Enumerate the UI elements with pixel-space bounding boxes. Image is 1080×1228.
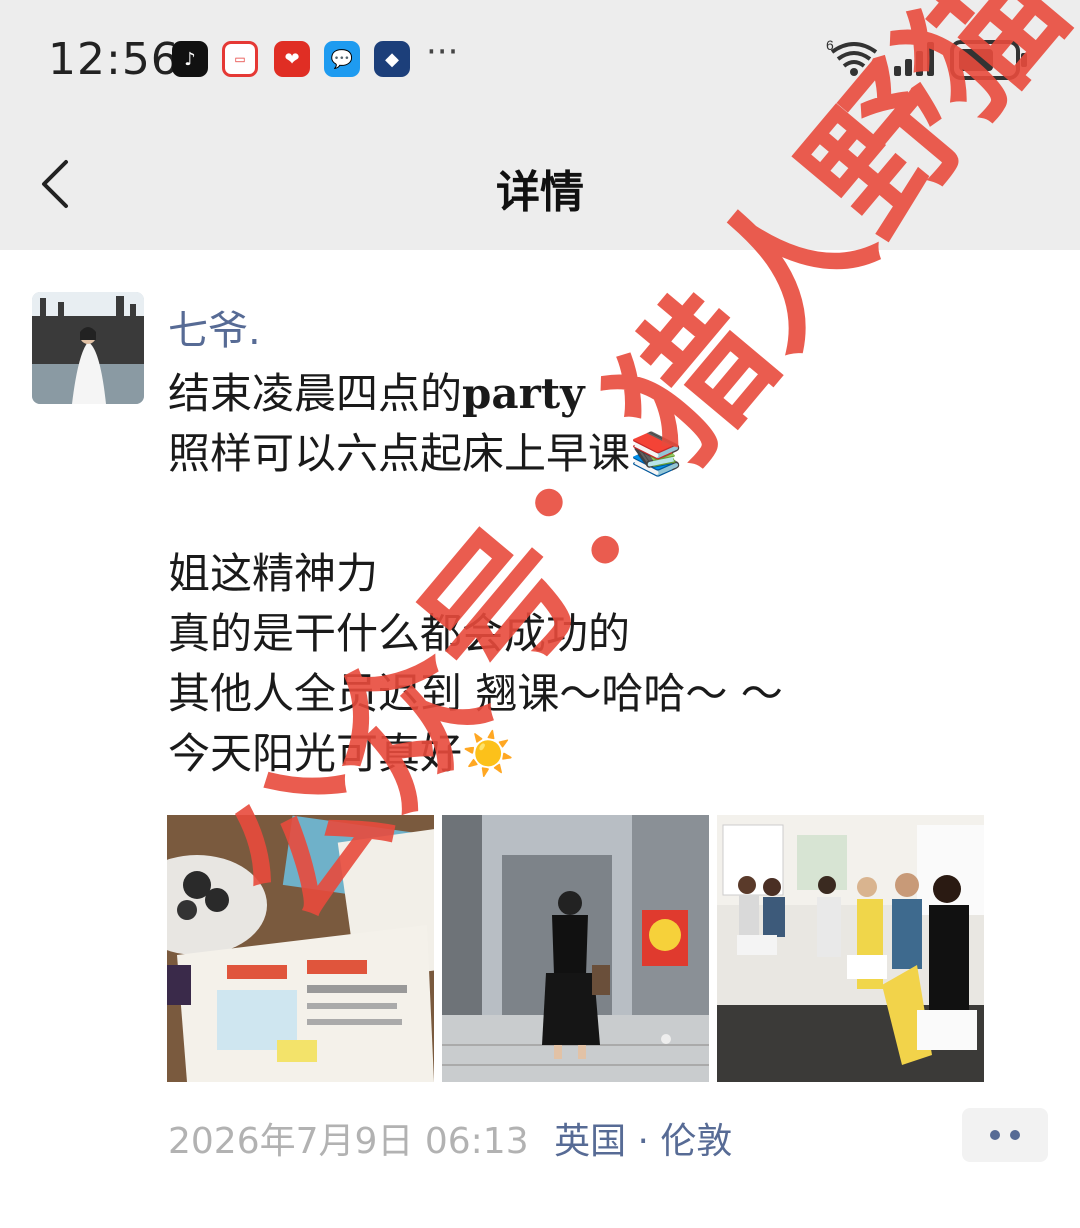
photo-elevator-selfie[interactable] [442, 815, 709, 1082]
battery-icon [950, 40, 1027, 80]
tiktok-icon: ♪ [172, 41, 208, 77]
pinduoduo-icon: ❤ [274, 41, 310, 77]
dot-icon [1010, 1130, 1020, 1140]
comment-like-button[interactable] [962, 1108, 1048, 1162]
post-line: 真的是干什么都会成功的 [168, 609, 631, 658]
post-line: 照样可以六点起床上早课📚 [168, 429, 683, 478]
chat-bubble-icon: 💬 [324, 41, 360, 77]
post-line: 今天阳光可真好☀️ [168, 729, 515, 778]
post-timestamp: 2026年7月9日 06:13 [168, 1121, 529, 1162]
avatar[interactable] [32, 292, 144, 404]
more-notifications-icon: ··· [426, 32, 459, 72]
signal-strength-icon [894, 42, 934, 76]
dot-icon [990, 1130, 1000, 1140]
post-meta: 2026年7月9日 06:13 英国 · 伦敦 [168, 1112, 732, 1164]
page-title: 详情 [496, 167, 584, 218]
post-line: 姐这精神力 [168, 549, 379, 598]
wifi-icon: 6 [826, 38, 878, 76]
live-app-icon: ▭ [222, 41, 258, 77]
status-time: 12:56 [48, 34, 180, 85]
username-link[interactable]: 七爷. [168, 298, 261, 356]
post-line: 结束凌晨四点的party [168, 369, 585, 418]
post-line: 其他人全员迟到 翘课～哈哈～ ～ [168, 669, 783, 718]
post-location[interactable]: 英国 · 伦敦 [554, 1121, 732, 1162]
game-app-icon: ◆ [374, 41, 410, 77]
status-bar: 12:56 ♪ ▭ ❤ 💬 ◆ ··· 6 [0, 0, 1080, 120]
nav-bar: 详情 [0, 120, 1080, 250]
network-type-label: 6 [826, 38, 834, 53]
photo-textbook[interactable] [167, 815, 434, 1082]
photo-classroom[interactable] [717, 815, 984, 1082]
post-content: 结束凌晨四点的party 照样可以六点起床上早课📚 姐这精神力 真的是干什么都会… [168, 364, 1048, 784]
